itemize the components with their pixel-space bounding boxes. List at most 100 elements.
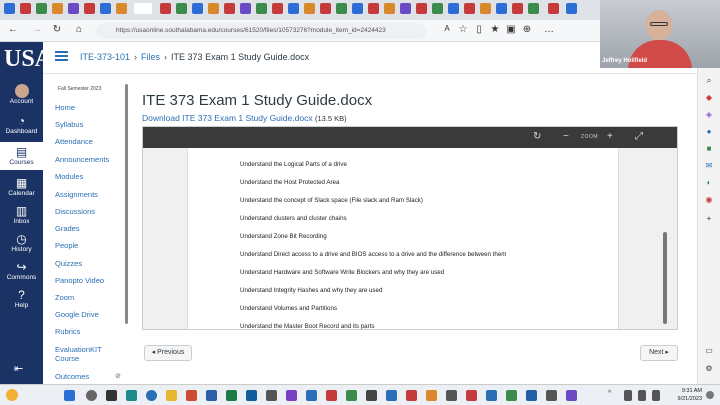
system-clock[interactable]: 9:31 AM 9/21/2023 [668, 387, 702, 403]
zoom-out-icon[interactable]: − [563, 131, 569, 142]
tab-icon[interactable] [320, 3, 331, 14]
course-nav-people[interactable]: People [55, 241, 125, 250]
tab-icon[interactable] [4, 3, 15, 14]
excel-icon[interactable] [226, 390, 237, 401]
fullscreen-icon[interactable]: ⤢ [635, 131, 643, 142]
outlook-icon[interactable] [246, 390, 257, 401]
app-icon[interactable] [346, 390, 357, 401]
vscode-icon[interactable] [526, 390, 537, 401]
shopping-icon[interactable]: ◆ [703, 93, 715, 103]
tab-icon[interactable] [84, 3, 95, 14]
notifications-icon[interactable] [706, 391, 714, 399]
tab-icon[interactable] [52, 3, 63, 14]
app-icon[interactable] [506, 390, 517, 401]
tab-icon[interactable] [36, 3, 47, 14]
favorite-icon[interactable]: ☆ [456, 24, 470, 35]
tab-icon[interactable] [240, 3, 251, 14]
course-nav-discussions[interactable]: Discussions [55, 207, 125, 216]
file-explorer-icon[interactable] [166, 390, 177, 401]
tab-icon[interactable] [496, 3, 507, 14]
powerpoint-icon[interactable] [186, 390, 197, 401]
active-tab[interactable] [134, 3, 152, 14]
edge-icon[interactable] [146, 390, 157, 401]
weather-icon[interactable] [6, 389, 18, 401]
app-icon[interactable] [386, 390, 397, 401]
tab-icon[interactable] [416, 3, 427, 14]
tab-icon[interactable] [160, 3, 171, 14]
back-icon[interactable]: ← [6, 24, 20, 35]
url-field[interactable]: https://usaonline.southalabama.edu/cours… [96, 23, 426, 39]
settings-icon[interactable]: ⚙ [703, 364, 715, 374]
network-icon[interactable] [624, 390, 632, 401]
nav-account[interactable]: Account [0, 84, 43, 105]
download-link[interactable]: Download ITE 373 Exam 1 Study Guide.docx [142, 113, 313, 123]
collections-icon[interactable]: ▣ [504, 24, 518, 35]
tab-icon[interactable] [192, 3, 203, 14]
sidebar-toggle-icon[interactable]: ▭ [703, 346, 715, 356]
next-button[interactable]: Next ▸ [640, 345, 678, 361]
nav-inbox[interactable]: ▥ Inbox [0, 204, 43, 225]
tab-icon[interactable] [176, 3, 187, 14]
nav-commons[interactable]: ↪ Commons [0, 260, 43, 281]
tab-icon[interactable] [548, 3, 559, 14]
nav-dashboard[interactable]: ◔ Dashboard [0, 114, 43, 135]
course-nav-rubrics[interactable]: Rubrics [55, 327, 125, 336]
course-nav-attendance[interactable]: Attendance [55, 137, 125, 146]
tab-icon[interactable] [368, 3, 379, 14]
course-nav-zoom[interactable]: Zoom [55, 293, 125, 302]
nav-calendar[interactable]: ▦ Calendar [0, 176, 43, 197]
tab-icon[interactable] [208, 3, 219, 14]
tab-icon[interactable] [100, 3, 111, 14]
tab-icon[interactable] [528, 3, 539, 14]
tools-icon[interactable]: ◈ [703, 110, 715, 120]
app-icon[interactable] [566, 390, 577, 401]
course-nav-google-drive[interactable]: Google Drive [55, 310, 125, 319]
tab-icon[interactable] [336, 3, 347, 14]
app-icon[interactable] [286, 390, 297, 401]
tray-chevron-icon[interactable]: ^ [608, 390, 614, 401]
favorites-bar-icon[interactable]: ★ [488, 24, 502, 35]
app-icon[interactable] [486, 390, 497, 401]
breadcrumb-files[interactable]: Files [141, 52, 160, 62]
tab-icon[interactable] [566, 3, 577, 14]
task-view-icon[interactable] [106, 390, 117, 401]
app-icon[interactable] [326, 390, 337, 401]
split-icon[interactable]: ▯ [472, 24, 486, 35]
app-icon[interactable] [266, 390, 277, 401]
tab-icon[interactable] [480, 3, 491, 14]
refresh-icon[interactable]: ↻ [50, 24, 64, 35]
home-icon[interactable]: ⌂ [72, 24, 86, 35]
course-nav-modules[interactable]: Modules [55, 172, 125, 181]
course-nav-scrollbar[interactable] [125, 84, 128, 324]
course-nav-evaluationkit[interactable]: EvaluationKIT Course [55, 345, 113, 363]
viewer-scrollbar[interactable] [663, 232, 667, 324]
forward-icon[interactable]: → [30, 24, 44, 35]
nav-courses[interactable]: ▤ Courses [0, 142, 43, 170]
office-icon[interactable]: ■ [703, 144, 715, 154]
tab-icon[interactable] [272, 3, 283, 14]
course-nav-panopto[interactable]: Panopto Video [55, 276, 125, 285]
pdf-icon[interactable] [406, 390, 417, 401]
games-icon[interactable]: ● [703, 127, 715, 137]
app-icon[interactable] [546, 390, 557, 401]
tab-icon[interactable] [304, 3, 315, 14]
tab-icon[interactable] [464, 3, 475, 14]
tab-icon[interactable] [352, 3, 363, 14]
collapse-nav-icon[interactable]: ⇤ [14, 362, 23, 375]
course-nav-quizzes[interactable]: Quizzes [55, 259, 125, 268]
previous-button[interactable]: ◂ Previous [144, 345, 192, 361]
app-icon[interactable] [426, 390, 437, 401]
tab-icon[interactable] [400, 3, 411, 14]
tab-icon[interactable] [512, 3, 523, 14]
extensions-icon[interactable]: ⊕ [520, 24, 534, 35]
search-icon[interactable]: ⌕ [703, 76, 715, 86]
reader-icon[interactable]: A [440, 24, 454, 33]
tab-icon[interactable] [116, 3, 127, 14]
tab-icon[interactable] [20, 3, 31, 14]
start-icon[interactable] [64, 390, 75, 401]
course-nav-assignments[interactable]: Assignments [55, 190, 125, 199]
tab-icon[interactable] [432, 3, 443, 14]
tab-icon[interactable] [68, 3, 79, 14]
add-icon[interactable]: + [703, 214, 715, 224]
tab-icon[interactable] [288, 3, 299, 14]
